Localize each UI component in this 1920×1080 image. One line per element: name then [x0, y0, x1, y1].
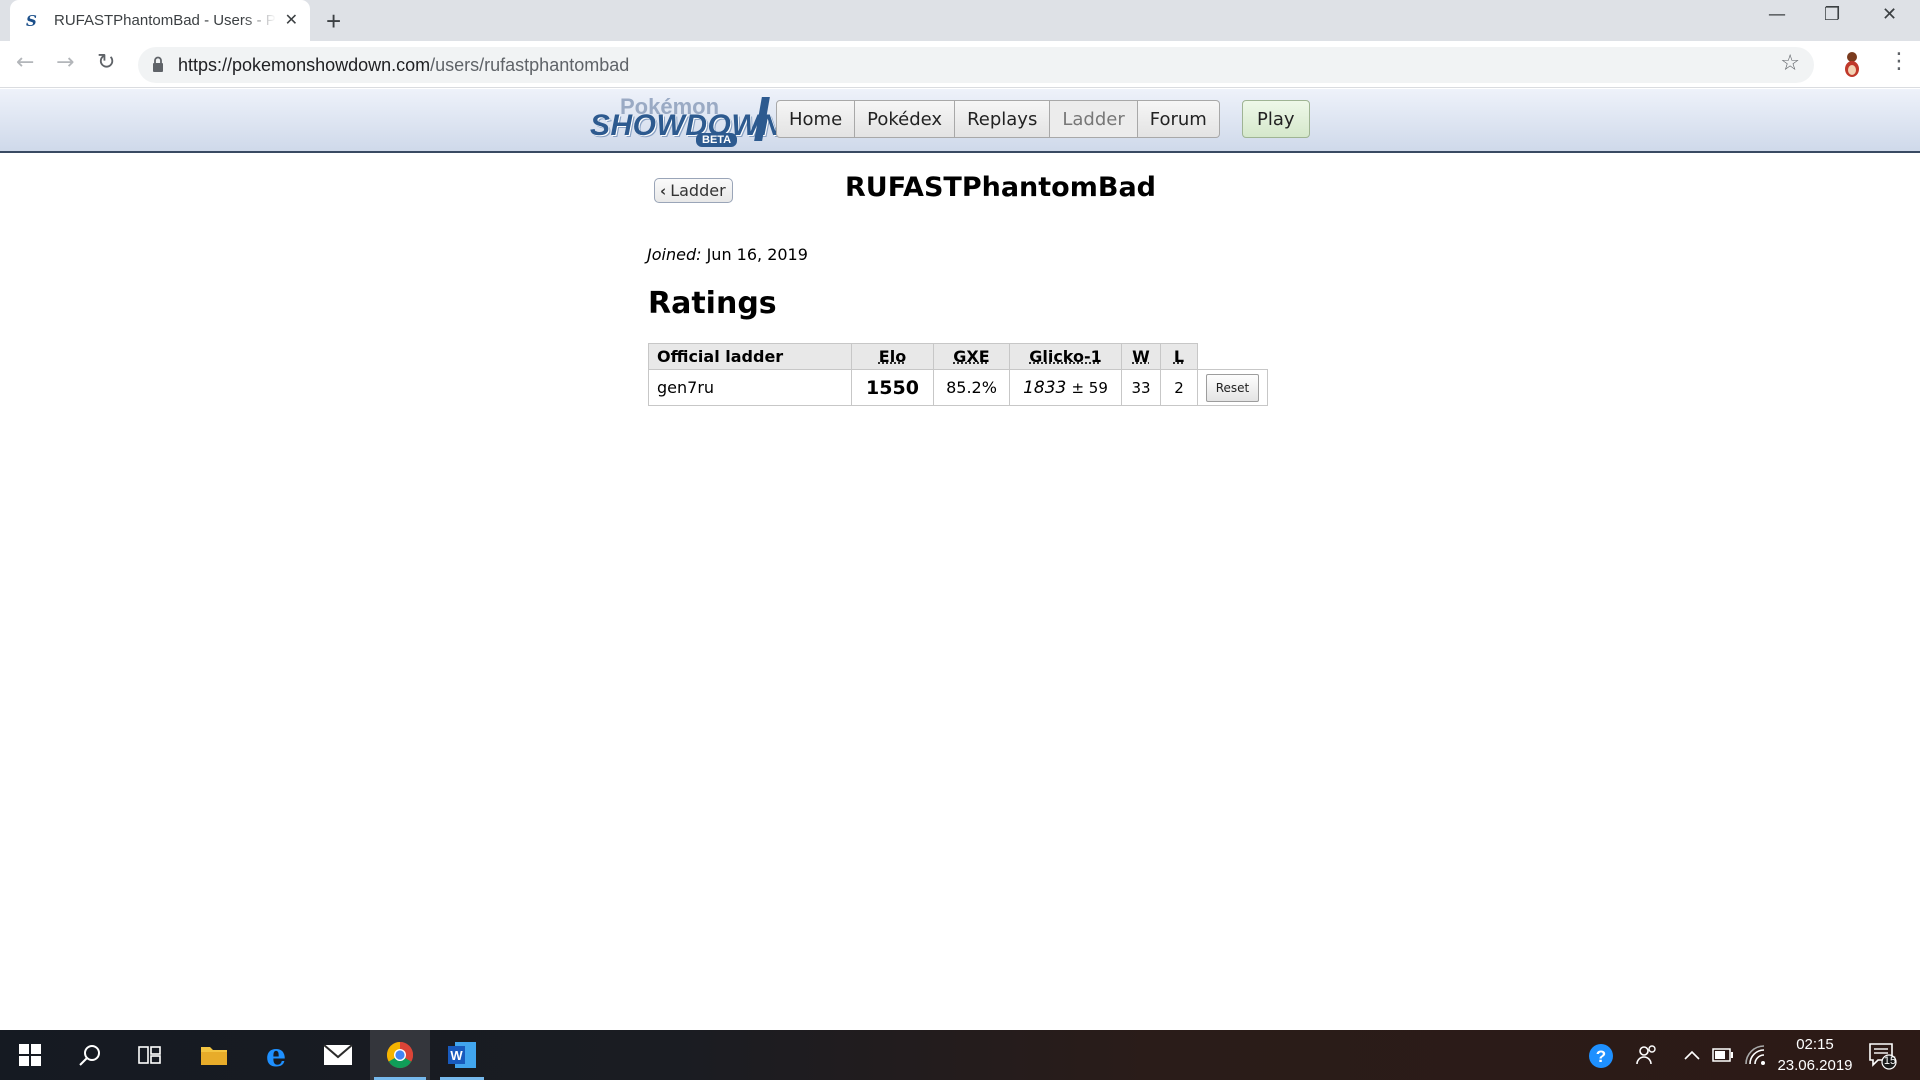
- losses-cell: 2: [1160, 369, 1198, 406]
- header-gxe: GXE: [933, 343, 1010, 370]
- main-nav: Home Pokédex Replays Ladder Forum: [776, 100, 1220, 138]
- taskbar: e W ? 02:15 23.06.2019 15: [0, 1030, 1920, 1080]
- nav-replays[interactable]: Replays: [955, 100, 1051, 138]
- header-official-ladder: Official ladder: [648, 343, 852, 370]
- joined-date: Jun 16, 2019: [706, 245, 808, 264]
- tab-title: RUFASTPhantomBad - Users - Pokémon Showd…: [54, 12, 276, 29]
- wifi-icon[interactable]: [1744, 1044, 1766, 1066]
- address-bar[interactable]: https://pokemonshowdown.com/users/rufast…: [138, 47, 1814, 83]
- ratings-header-row: Official ladder Elo GXE Glicko-1 W L: [648, 343, 1268, 370]
- svg-text:?: ?: [1596, 1047, 1606, 1066]
- gxe-cell: 85.2%: [933, 369, 1010, 406]
- edge-button[interactable]: e: [246, 1030, 306, 1080]
- svg-text:W: W: [450, 1048, 463, 1063]
- chrome-button[interactable]: [370, 1030, 430, 1080]
- wins-cell: 33: [1121, 369, 1161, 406]
- showdown-favicon-icon: S: [26, 11, 37, 30]
- ratings-heading: Ratings: [648, 286, 777, 321]
- notification-count: 15: [1883, 1055, 1897, 1067]
- file-explorer-button[interactable]: [184, 1030, 244, 1080]
- chrome-icon: [386, 1041, 414, 1069]
- close-tab-icon[interactable]: ✕: [285, 11, 298, 29]
- edge-icon: e: [265, 1036, 287, 1074]
- header-action: [1197, 343, 1268, 370]
- nav-forum[interactable]: Forum: [1137, 100, 1220, 138]
- browser-tabstrip: S RUFASTPhantomBad - Users - Pokémon Sho…: [0, 0, 1920, 41]
- word-button[interactable]: W: [432, 1030, 492, 1080]
- new-tab-button[interactable]: +: [326, 6, 341, 37]
- page-title: RUFASTPhantomBad: [845, 172, 1156, 203]
- people-icon[interactable]: [1636, 1044, 1658, 1066]
- bookmark-star-icon[interactable]: ☆: [1780, 51, 1800, 76]
- play-button[interactable]: Play: [1242, 100, 1310, 138]
- joined-label: Joined:: [647, 245, 702, 264]
- browser-menu-icon[interactable]: ⋮: [1888, 49, 1910, 74]
- elo-cell: 1550: [851, 369, 934, 406]
- mail-button[interactable]: [308, 1030, 368, 1080]
- glicko-rating: 1833: [1023, 377, 1067, 398]
- minimize-icon[interactable]: —: [1768, 4, 1786, 25]
- lock-icon: [153, 56, 163, 72]
- table-row: gen7ru 1550 85.2% 1833 ± 59 33 2 Reset: [648, 369, 1268, 406]
- nav-pokedex[interactable]: Pokédex: [855, 100, 956, 138]
- back-to-ladder-button[interactable]: ‹ Ladder: [654, 178, 733, 203]
- forward-arrow-icon[interactable]: →: [56, 51, 74, 75]
- format-cell: gen7ru: [648, 369, 852, 406]
- start-button[interactable]: [0, 1030, 60, 1080]
- header-losses: L: [1160, 343, 1198, 370]
- joined-info: Joined: Jun 16, 2019: [647, 245, 808, 264]
- url-text: https://pokemonshowdown.com/users/rufast…: [178, 55, 630, 75]
- logo-beta-badge: BETA: [696, 133, 738, 147]
- system-clock[interactable]: 02:15 23.06.2019: [1770, 1034, 1860, 1076]
- glicko-cell: 1833 ± 59: [1009, 369, 1122, 406]
- profile-avatar-icon[interactable]: [1838, 49, 1866, 79]
- help-icon[interactable]: ?: [1588, 1043, 1614, 1069]
- showdown-logo[interactable]: Pokémon SHOWDOWN BETA: [590, 93, 782, 149]
- reload-icon[interactable]: ↻: [97, 51, 115, 75]
- glicko-deviation: ± 59: [1071, 378, 1108, 397]
- close-window-icon[interactable]: ✕: [1882, 4, 1897, 25]
- search-icon: [79, 1045, 100, 1066]
- reset-button[interactable]: Reset: [1205, 373, 1260, 402]
- task-view-icon: [138, 1046, 161, 1064]
- back-arrow-icon[interactable]: ←: [16, 51, 34, 75]
- browser-tab[interactable]: S RUFASTPhantomBad - Users - Pokémon Sho…: [10, 0, 310, 41]
- nav-ladder[interactable]: Ladder: [1050, 100, 1138, 138]
- search-button[interactable]: [60, 1030, 120, 1080]
- folder-icon: [201, 1047, 227, 1065]
- browser-toolbar: ← → ↻ https://pokemonshowdown.com/users/…: [0, 41, 1920, 88]
- header-wins: W: [1121, 343, 1161, 370]
- mail-icon: [323, 1044, 353, 1065]
- chevron-up-icon[interactable]: [1684, 1050, 1700, 1060]
- maximize-icon[interactable]: ❐: [1824, 4, 1840, 25]
- logo-showdown-text: SHOWDOWN: [590, 109, 783, 142]
- windows-logo-icon: [19, 1044, 41, 1066]
- task-view-button[interactable]: [120, 1030, 180, 1080]
- clock-date: 23.06.2019: [1777, 1057, 1853, 1074]
- clock-time: 02:15: [1796, 1036, 1834, 1053]
- nav-home[interactable]: Home: [776, 100, 856, 138]
- chevron-left-icon: ‹: [660, 181, 667, 200]
- action-cell: Reset: [1197, 369, 1268, 406]
- battery-icon[interactable]: [1712, 1048, 1734, 1062]
- header-glicko: Glicko-1: [1009, 343, 1122, 370]
- ratings-table: Official ladder Elo GXE Glicko-1 W L gen…: [648, 343, 1268, 406]
- header-elo: Elo: [851, 343, 934, 370]
- back-button-label: Ladder: [670, 181, 726, 200]
- word-icon: W: [448, 1042, 476, 1068]
- site-header: Pokémon SHOWDOWN BETA Home Pokédex Repla…: [0, 89, 1920, 153]
